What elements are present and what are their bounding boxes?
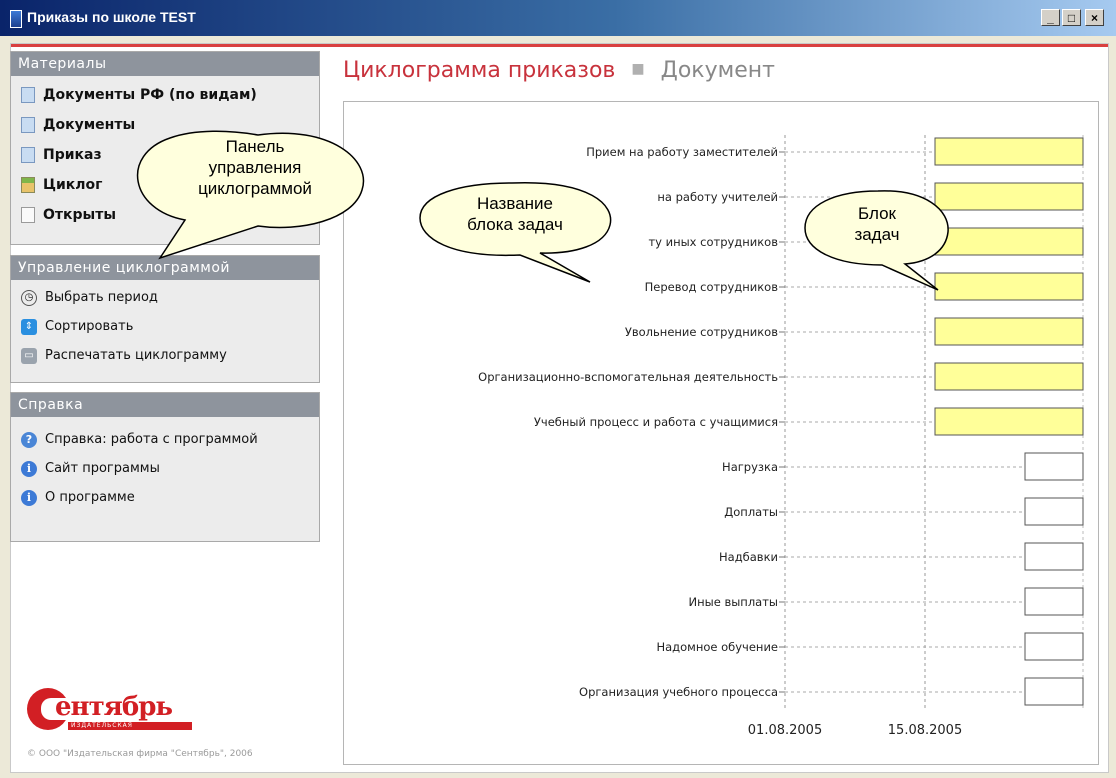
- sidebar-item-label: Сортировать: [45, 319, 134, 334]
- sidebar-item-label: Документы: [43, 117, 136, 133]
- sort-icon: ⇕: [21, 318, 37, 335]
- sidebar-item-control-1[interactable]: ⇕ Сортировать: [11, 312, 319, 341]
- logo-subtext: ИЗДАТЕЛЬСКАЯ ФИРМА: [71, 722, 133, 737]
- info-icon: i: [21, 460, 37, 477]
- document-icon: [21, 147, 35, 163]
- callout-line: Панель: [225, 137, 285, 156]
- page-title[interactable]: Циклограмма приказов: [343, 58, 615, 83]
- callout-line: Название: [477, 194, 553, 213]
- sidebar-item-label: Документы РФ (по видам): [43, 87, 257, 103]
- sidebar-item-label: Справка: работа с программой: [45, 432, 258, 447]
- callout-text-block-name: Название блока задач: [425, 193, 605, 235]
- info-icon: i: [21, 489, 37, 506]
- sidebar-item-help-0[interactable]: ? Справка: работа с программой: [11, 425, 319, 454]
- sidebar-item-control-0[interactable]: ◷ Выбрать период: [11, 283, 319, 312]
- blank-document-icon: [21, 207, 35, 223]
- cyclogram-icon: [21, 177, 35, 193]
- sidebar-item-label: Приказ: [43, 147, 102, 163]
- sidebar-item-help-1[interactable]: i Сайт программы: [11, 454, 319, 483]
- help-list: ? Справка: работа с программой i Сайт прогр…: [11, 417, 319, 512]
- title-bar[interactable]: Приказы по школе TEST _ □ ×: [0, 0, 1116, 36]
- minimize-button[interactable]: _: [1041, 9, 1060, 26]
- sidebar-item-label: О программе: [45, 490, 135, 505]
- clock-icon: ◷: [21, 289, 37, 306]
- callout-line: управления: [208, 158, 302, 177]
- help-icon: ?: [21, 431, 37, 448]
- tab-document[interactable]: Документ: [661, 58, 775, 83]
- help-panel: Справка ? Справка: работа с программой i Са…: [10, 392, 320, 542]
- application-window: Приказы по школе TEST _ □ × Материалы До…: [0, 0, 1116, 778]
- copyright-text: © ООО "Издательская фирма "Сентябрь", 20…: [27, 749, 253, 759]
- sidebar-item-materials-0[interactable]: Документы РФ (по видам): [11, 80, 319, 110]
- printer-icon: ▭: [21, 347, 37, 364]
- page-heading: Циклограмма приказов ■ Документ: [343, 58, 775, 83]
- callout-line: циклограммой: [198, 179, 312, 198]
- sidebar-item-label: Выбрать период: [45, 290, 158, 305]
- document-icon: [21, 87, 35, 103]
- control-panel-title: Управление циклограммой: [11, 256, 319, 280]
- sidebar-item-control-2[interactable]: ▭ Распечатать циклограмму: [11, 341, 319, 370]
- help-panel-title: Справка: [11, 393, 319, 417]
- app-icon: [10, 10, 22, 28]
- callout-text-control-panel: Панель управления циклограммой: [140, 136, 370, 199]
- callout-line: задач: [854, 225, 900, 244]
- callout-line: Блок: [858, 204, 896, 223]
- sidebar-item-materials-4[interactable]: Открыты: [11, 200, 319, 230]
- window-title: Приказы по школе TEST: [27, 9, 196, 25]
- breadcrumb-separator: ■: [631, 61, 645, 77]
- sidebar-item-label: Сайт программы: [45, 461, 160, 476]
- document-icon: [21, 117, 35, 133]
- logo-wordmark: ентябрь: [55, 692, 173, 722]
- maximize-button[interactable]: □: [1062, 9, 1081, 26]
- sidebar-item-label: Распечатать циклограмму: [45, 348, 227, 363]
- sidebar-item-help-2[interactable]: i О программе: [11, 483, 319, 512]
- callout-line: блока задач: [467, 215, 563, 234]
- callout-text-task-block: Блок задач: [808, 203, 946, 245]
- cyclogram-control-panel: Управление циклограммой ◷ Выбрать период ⇕…: [10, 255, 320, 383]
- sidebar-item-label: Циклог: [43, 177, 103, 193]
- materials-panel-title: Материалы: [11, 52, 319, 76]
- control-list: ◷ Выбрать период ⇕ Сортировать ▭ Распечатать …: [11, 280, 319, 370]
- sidebar-item-label: Открыты: [43, 207, 116, 223]
- close-button[interactable]: ×: [1085, 9, 1104, 26]
- accent-line: [11, 44, 1108, 47]
